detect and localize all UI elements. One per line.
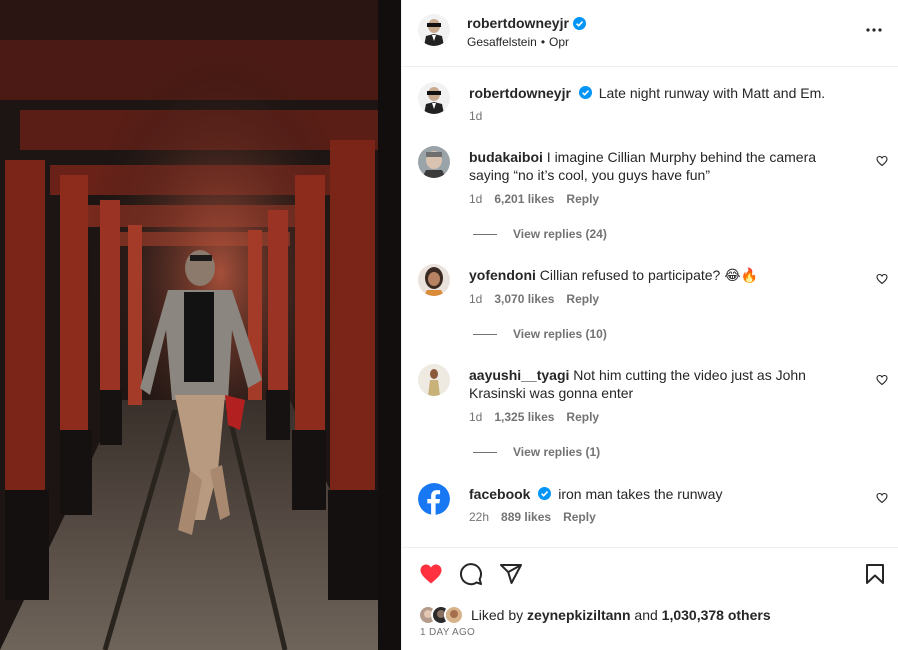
liked-by-others[interactable]: 1,030,378 others [662,607,771,623]
comment-meta: 1d 1,325 likes Reply [469,410,599,424]
post-actions: Liked by zeynepkiziltann and 1,030,378 o… [402,547,898,650]
comment-meta: 1d 3,070 likes Reply [469,292,599,306]
comment-time[interactable]: 22h [469,510,489,524]
replies-divider [473,233,497,235]
verified-icon [538,487,552,500]
comment-avatar-image [418,146,450,178]
view-replies-label[interactable]: View replies (10) [513,327,607,341]
comment-avatar[interactable] [418,146,450,178]
post-header: robertdowneyjr Gesaffelstein • Opr [402,0,898,67]
liked-by-user[interactable]: zeynepkiziltann [527,607,630,623]
liker-avatar[interactable] [444,605,464,625]
comment-username[interactable]: yofendoni [469,267,536,283]
comment-likes[interactable]: 6,201 likes [494,192,554,206]
comment-heart-icon[interactable] [876,492,888,504]
share-icon[interactable] [498,562,524,586]
comment-avatar[interactable] [418,364,450,396]
author-username-row[interactable]: robertdowneyjr [467,15,586,31]
verified-icon [578,86,592,99]
comment-likes[interactable]: 1,325 likes [494,410,554,424]
video-frame [0,0,401,650]
facebook-icon [418,483,450,515]
view-replies-label[interactable]: View replies (1) [513,445,600,459]
comment-reply-button[interactable]: Reply [563,510,596,524]
comment-time[interactable]: 1d [469,410,482,424]
comment: budakaiboi I imagine Cillian Murphy behi… [469,148,859,184]
post-video[interactable] [0,0,401,650]
audio-subtitle[interactable]: Opr [549,35,569,49]
view-replies-label[interactable]: View replies (24) [513,227,607,241]
caption: robertdowneyjr Late night runway with Ma… [469,84,859,102]
caption-username[interactable]: robertdowneyjr [469,85,571,101]
comment-avatar-image [418,264,450,296]
author-username[interactable]: robertdowneyjr [467,15,569,31]
caption-meta: 1d [469,109,482,123]
comment-avatar[interactable] [418,483,450,515]
view-replies-button[interactable]: View replies (1) [473,445,600,459]
view-replies-button[interactable]: View replies (24) [473,227,607,241]
caption-time[interactable]: 1d [469,109,482,123]
comment-username[interactable]: aayushi__tyagi [469,367,569,383]
comment-avatar[interactable] [418,264,450,296]
more-icon[interactable] [865,24,883,36]
caption-avatar-image [418,82,450,114]
caption-avatar[interactable] [418,82,450,114]
liker-avatar-image [446,607,462,623]
comment-avatar-image [418,364,450,396]
author-avatar-image [418,14,450,46]
save-icon[interactable] [862,562,888,586]
comment-heart-icon[interactable] [876,374,888,386]
comment-heart-icon[interactable] [876,155,888,167]
comment-icon[interactable] [458,562,484,586]
comment-meta: 22h 889 likes Reply [469,510,596,524]
liked-by-prefix: Liked by [471,607,524,623]
replies-divider [473,333,497,335]
comment: aayushi__tyagi Not him cutting the video… [469,366,859,402]
comment-text: Cillian refused to participate? 😂🔥 [539,267,759,283]
liked-by-text: Liked by zeynepkiziltann and 1,030,378 o… [471,607,771,623]
comment-username[interactable]: facebook [469,486,530,502]
audio-info: Gesaffelstein • Opr [467,35,569,49]
author-avatar[interactable] [418,14,450,46]
comment-likes[interactable]: 3,070 likes [494,292,554,306]
liked-by-and: and [634,607,658,623]
comment-meta: 1d 6,201 likes Reply [469,192,599,206]
audio-title[interactable]: Gesaffelstein [467,35,537,49]
comment-likes[interactable]: 889 likes [501,510,551,524]
verified-icon [572,16,586,30]
comment-reply-button[interactable]: Reply [566,192,599,206]
caption-text: Late night runway with Matt and Em. [598,85,826,101]
comment-heart-icon[interactable] [876,273,888,285]
comment-text: iron man takes the runway [558,486,723,502]
heart-icon[interactable] [418,562,444,586]
comment-username[interactable]: budakaiboi [469,149,543,165]
comment-time[interactable]: 1d [469,292,482,306]
audio-separator: • [540,35,546,49]
comment-reply-button[interactable]: Reply [566,410,599,424]
replies-divider [473,451,497,453]
liked-by: Liked by zeynepkiziltann and 1,030,378 o… [418,604,771,626]
view-replies-button[interactable]: View replies (10) [473,327,607,341]
post-details-panel: robertdowneyjr Gesaffelstein • Opr rober… [401,0,898,650]
comment-reply-button[interactable]: Reply [566,292,599,306]
comment: yofendoni Cillian refused to participate… [469,266,859,284]
comments-list[interactable]: robertdowneyjr Late night runway with Ma… [402,68,898,546]
post-timestamp[interactable]: 1 DAY AGO [420,627,475,638]
comment-time[interactable]: 1d [469,192,482,206]
comment: facebook iron man takes the runway [469,485,859,503]
